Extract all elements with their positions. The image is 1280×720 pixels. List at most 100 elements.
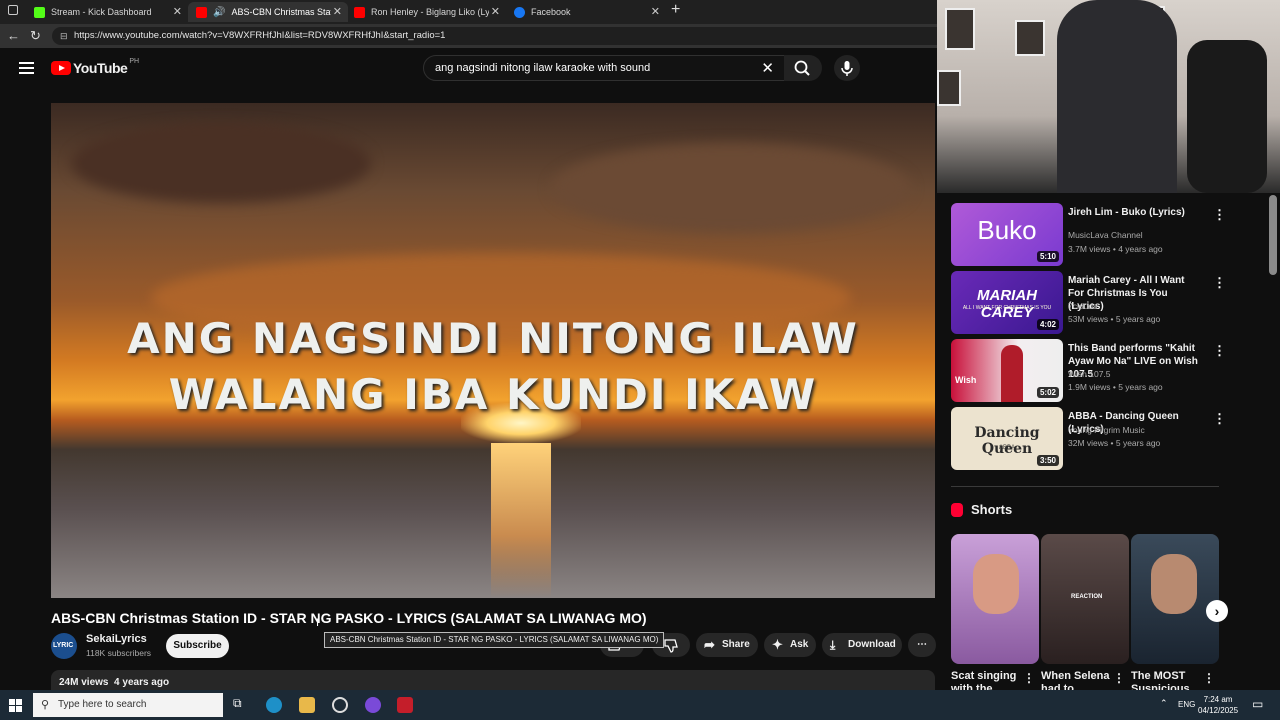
more-actions-button[interactable]: ⋯ xyxy=(908,633,936,657)
tab-youtube-active[interactable]: 🔊 ABS-CBN Christmas Station ✕ xyxy=(188,2,348,22)
sparkle-icon: ✦ xyxy=(772,637,783,652)
short-thumbnail[interactable] xyxy=(951,534,1039,664)
more-vertical-icon[interactable]: ⋮ xyxy=(1213,343,1226,359)
youtube-favicon-icon xyxy=(354,6,365,18)
title-tooltip: ABS-CBN Christmas Station ID - STAR NG P… xyxy=(324,632,665,648)
next-arrow-button[interactable]: › xyxy=(1206,600,1228,622)
kick-favicon-icon xyxy=(34,6,45,18)
facebook-favicon-icon xyxy=(514,6,525,18)
system-clock[interactable]: 7:24 am 04/12/2025 xyxy=(1198,694,1238,716)
page-scrollbar[interactable] xyxy=(1269,195,1277,275)
text-cursor-icon: I xyxy=(316,617,320,629)
divider xyxy=(951,486,1219,487)
subscribe-button[interactable]: Subscribe xyxy=(166,634,229,658)
search-icon xyxy=(794,60,810,76)
shorts-heading: Shorts xyxy=(951,502,1012,517)
recommendation-item[interactable]: Buko 5:10 Jireh Lim - Buko (Lyrics) Musi… xyxy=(951,203,1231,267)
wall-frame xyxy=(937,70,961,106)
chevron-up-icon[interactable]: ⌃ xyxy=(1160,698,1168,709)
recommendations-sidebar: Buko 5:10 Jireh Lim - Buko (Lyrics) Musi… xyxy=(937,193,1280,690)
singer-figure xyxy=(1001,345,1023,402)
speaker-icon[interactable]: 🔊 xyxy=(213,7,225,18)
tab-kick[interactable]: Stream - Kick Dashboard ✕ xyxy=(26,2,188,22)
search-query-text: ang nagsindi nitong ilaw karaoke with so… xyxy=(435,62,651,74)
more-vertical-icon[interactable]: ⋮ xyxy=(1023,671,1035,685)
gaming-chair xyxy=(1187,40,1267,193)
youtube-favicon-icon xyxy=(196,6,207,18)
ask-button[interactable]: ✦ Ask xyxy=(764,633,816,657)
screen: Stream - Kick Dashboard ✕ 🔊 ABS-CBN Chri… xyxy=(0,0,1280,720)
share-arrow-icon: ➦ xyxy=(704,637,715,652)
short-thumbnail[interactable]: REACTION xyxy=(1041,534,1129,664)
voice-search-button[interactable] xyxy=(834,55,860,81)
webcam-overlay xyxy=(937,0,1280,193)
tab-facebook[interactable]: Facebook ✕ xyxy=(506,2,666,22)
search-input[interactable]: ang nagsindi nitong ilaw karaoke with so… xyxy=(423,55,785,81)
share-button[interactable]: ➦ Share xyxy=(696,633,758,657)
streamer xyxy=(1057,0,1177,193)
video-title: ABS-CBN Christmas Station ID - STAR NG P… xyxy=(51,610,647,626)
taskbar-search-input[interactable]: ⚲ Type here to search xyxy=(33,693,223,717)
task-view-icon[interactable]: ⧉ xyxy=(233,696,242,711)
channel-avatar[interactable]: LYRIC xyxy=(51,633,77,659)
recommendation-item[interactable]: Dancing Queen ABBA 3:50 ABBA - Dancing Q… xyxy=(951,407,1231,471)
wall-frame xyxy=(1015,20,1045,56)
search-icon: ⚲ xyxy=(41,699,50,711)
close-icon[interactable]: ✕ xyxy=(333,5,342,18)
windows-start-icon[interactable] xyxy=(9,699,22,712)
menu-icon[interactable] xyxy=(19,62,34,74)
windows-taskbar: ⚲ Type here to search ⧉ ⌃ ENG 7:24 am 04… xyxy=(0,690,1280,720)
short-thumbnail[interactable] xyxy=(1131,534,1219,664)
back-arrow-icon[interactable]: ← xyxy=(7,28,20,43)
file-explorer-icon[interactable] xyxy=(299,697,315,713)
microphone-icon xyxy=(841,61,853,76)
youtube-play-icon xyxy=(51,61,71,75)
channel-name[interactable]: SekaiLyrics xyxy=(86,633,147,645)
refresh-icon[interactable]: ↻ xyxy=(30,28,41,44)
lyrics-overlay: ANG NAGSINDI NITONG ILAW WALANG IBA KUND… xyxy=(51,311,935,423)
download-icon: ⤓ xyxy=(830,638,836,652)
youtube-logo[interactable]: YouTube PH xyxy=(51,58,139,76)
tab-actions-icon[interactable] xyxy=(8,5,18,15)
lyrics-line-2: WALANG IBA KUNDI IKAW xyxy=(168,370,818,419)
edge-browser-icon[interactable] xyxy=(266,697,282,713)
view-count: 24M views xyxy=(59,677,109,688)
url-text: https://www.youtube.com/watch?v=V8WXFRHf… xyxy=(74,30,446,41)
more-vertical-icon[interactable]: ⋮ xyxy=(1213,275,1226,291)
close-icon[interactable]: ✕ xyxy=(651,5,660,18)
more-vertical-icon[interactable]: ⋮ xyxy=(1213,411,1226,427)
more-vertical-icon[interactable]: ⋮ xyxy=(1113,671,1125,685)
app-icon[interactable] xyxy=(397,697,413,713)
clear-search-icon[interactable]: ✕ xyxy=(761,59,774,77)
language-indicator[interactable]: ENG xyxy=(1178,700,1195,709)
site-info-icon[interactable]: ⊟ xyxy=(60,27,68,45)
face-shape xyxy=(1151,554,1197,614)
video-thumbnail[interactable]: MARIAH CAREY ALL I WANT FOR CHRISTMAS IS… xyxy=(951,271,1063,334)
lyrics-line-1: ANG NAGSINDI NITONG ILAW xyxy=(127,314,859,363)
close-icon[interactable]: ✕ xyxy=(491,5,500,18)
search-button[interactable] xyxy=(784,55,822,81)
video-player[interactable]: ANG NAGSINDI NITONG ILAW WALANG IBA KUND… xyxy=(51,103,935,598)
wall-frame xyxy=(945,8,975,50)
recommendation-item[interactable]: Wish 5:02 This Band performs "Kahit Ayaw… xyxy=(951,339,1231,403)
tab-ron-henley[interactable]: Ron Henley - Biglang Liko (Lyrics) ✕ xyxy=(346,2,506,22)
more-vertical-icon[interactable]: ⋮ xyxy=(1213,207,1226,223)
video-thumbnail[interactable]: Wish 5:02 xyxy=(951,339,1063,402)
more-vertical-icon[interactable]: ⋮ xyxy=(1203,671,1215,685)
upload-age: 4 years ago xyxy=(114,677,170,688)
notification-icon[interactable]: ▭ xyxy=(1252,697,1263,711)
video-thumbnail[interactable]: Buko 5:10 xyxy=(951,203,1063,266)
recommendation-item[interactable]: MARIAH CAREY ALL I WANT FOR CHRISTMAS IS… xyxy=(951,271,1231,335)
cloud-shape xyxy=(71,123,371,203)
obs-icon[interactable] xyxy=(332,697,348,713)
more-horizontal-icon: ⋯ xyxy=(917,639,927,650)
download-button[interactable]: ⤓ Download xyxy=(822,633,902,657)
address-bar[interactable]: ⊟ https://www.youtube.com/watch?v=V8WXFR… xyxy=(52,27,952,45)
video-thumbnail[interactable]: Dancing Queen ABBA 3:50 xyxy=(951,407,1063,470)
close-icon[interactable]: ✕ xyxy=(173,5,182,18)
subscriber-count: 118K subscribers xyxy=(86,648,152,658)
face-shape xyxy=(973,554,1019,614)
messenger-icon[interactable] xyxy=(365,697,381,713)
cloud-shape xyxy=(551,143,911,233)
new-tab-icon[interactable]: + xyxy=(671,1,680,19)
